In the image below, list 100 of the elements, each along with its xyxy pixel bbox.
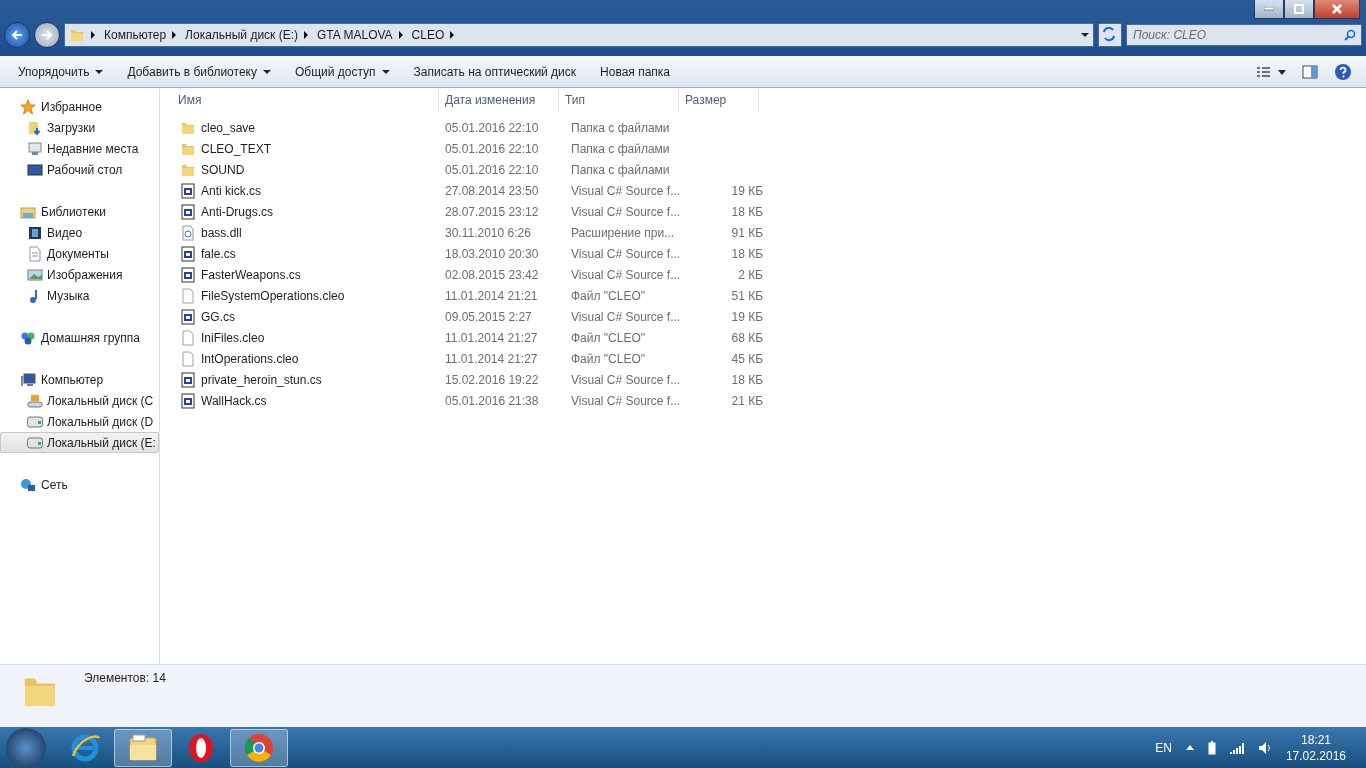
file-name[interactable]: cleo_save bbox=[201, 120, 256, 135]
sidebar-group[interactable]: Домашняя группа bbox=[41, 330, 141, 345]
sidebar-item[interactable]: Локальный диск (D bbox=[0, 411, 159, 432]
column-header[interactable]: Имя bbox=[178, 88, 439, 112]
sidebar-item[interactable]: Недавние места bbox=[0, 138, 159, 159]
table-cell: Файл "CLEO" bbox=[571, 330, 646, 345]
table-cell: 05.01.2016 22:10 bbox=[445, 162, 539, 177]
file-icon bbox=[180, 392, 196, 409]
breadcrumb[interactable]: CLEO bbox=[411, 28, 445, 42]
caret-icon[interactable] bbox=[1185, 745, 1194, 750]
file-icon bbox=[180, 350, 196, 367]
sidebar-icon bbox=[20, 476, 36, 493]
breadcrumb[interactable]: Локальный диск (E:) bbox=[185, 28, 298, 42]
sidebar-group[interactable]: Компьютер bbox=[41, 372, 104, 387]
chevron-icon[interactable] bbox=[172, 31, 177, 39]
sidebar-item[interactable]: Видео bbox=[0, 222, 159, 243]
table-cell: Папка с файлами bbox=[571, 162, 670, 177]
sidebar-item[interactable]: Изображения bbox=[0, 264, 159, 285]
sidebar-group[interactable]: Сеть bbox=[41, 477, 68, 492]
toolbar-button[interactable]: Добавить в библиотеку bbox=[115, 60, 283, 83]
file-name[interactable]: SOUND bbox=[201, 162, 245, 177]
chevron-icon[interactable] bbox=[398, 31, 403, 39]
speaker-icon[interactable] bbox=[1257, 740, 1272, 755]
table-cell: 27.08.2014 23:50 bbox=[445, 183, 539, 198]
caret-icon[interactable] bbox=[1081, 33, 1089, 37]
file-name[interactable]: IniFiles.cleo bbox=[201, 330, 265, 345]
file-name[interactable]: private_heroin_stun.cs bbox=[201, 372, 322, 387]
chevron-icon[interactable] bbox=[450, 31, 455, 39]
folder-icon bbox=[127, 731, 159, 764]
sidebar-item[interactable]: Локальный диск (C bbox=[0, 390, 159, 411]
table-cell: 91 КБ bbox=[731, 225, 763, 240]
maximize-button[interactable] bbox=[1284, 0, 1314, 19]
sidebar-group[interactable]: Избранное bbox=[41, 99, 102, 114]
toolbar-button[interactable]: Общий доступ bbox=[282, 60, 402, 83]
sidebar-group[interactable]: Библиотеки bbox=[41, 204, 106, 219]
toolbar-button[interactable]: Новая папка bbox=[588, 60, 683, 83]
sidebar-icon bbox=[20, 371, 36, 388]
column-header[interactable]: Тип bbox=[559, 88, 679, 112]
chevron-icon[interactable] bbox=[304, 31, 308, 39]
file-icon bbox=[180, 329, 196, 346]
file-name[interactable]: FasterWeapons.cs bbox=[201, 267, 301, 282]
table-cell: Visual C# Source f... bbox=[571, 204, 681, 219]
file-icon bbox=[180, 371, 196, 388]
close-button[interactable] bbox=[1314, 0, 1360, 19]
circle-logo-icon bbox=[243, 731, 275, 764]
table-cell: 18 КБ bbox=[731, 246, 763, 261]
back-button[interactable] bbox=[4, 22, 30, 48]
table-cell: 18 КБ bbox=[731, 372, 763, 387]
folder-icon bbox=[69, 27, 85, 43]
file-name[interactable]: WallHack.cs bbox=[201, 393, 267, 408]
file-name[interactable]: fale.cs bbox=[201, 246, 236, 261]
table-cell: 05.01.2016 21:38 bbox=[445, 393, 539, 408]
help-icon bbox=[1334, 62, 1352, 81]
sidebar-item[interactable]: Музыка bbox=[0, 285, 159, 306]
file-icon bbox=[180, 224, 196, 241]
caret-icon bbox=[262, 69, 271, 74]
file-icon bbox=[180, 308, 196, 325]
address-bar[interactable]: Компьютер Локальный диск (E:) GTA MALOVA CLEO bbox=[64, 23, 1094, 47]
file-name[interactable]: IntOperations.cleo bbox=[201, 351, 299, 366]
toolbar-button[interactable]: Записать на оптический диск bbox=[401, 60, 589, 83]
clock[interactable]: 18:21 17.02.2016 bbox=[1285, 731, 1346, 764]
file-name[interactable]: Anti-Drugs.cs bbox=[201, 204, 274, 219]
sidebar-icon bbox=[27, 266, 43, 283]
toolbar-button[interactable]: Упорядочить bbox=[6, 60, 116, 83]
back-arrow-icon bbox=[11, 29, 23, 41]
refresh-button[interactable] bbox=[1098, 23, 1122, 47]
column-header[interactable]: Размер bbox=[679, 88, 759, 112]
table-cell: Visual C# Source f... bbox=[571, 309, 681, 324]
sidebar-icon bbox=[27, 245, 43, 262]
column-header[interactable]: Дата изменения bbox=[439, 88, 559, 112]
minimize-button[interactable] bbox=[1254, 0, 1284, 19]
battery-icon[interactable] bbox=[1207, 740, 1216, 755]
breadcrumb[interactable]: GTA MALOVA bbox=[317, 28, 393, 42]
chevron-icon[interactable] bbox=[91, 31, 95, 39]
restore-icon bbox=[1294, 4, 1304, 14]
forward-button[interactable] bbox=[34, 22, 60, 48]
caret-icon bbox=[381, 69, 390, 74]
sidebar-item[interactable]: Локальный диск (E: bbox=[0, 432, 159, 453]
table-cell: 28.07.2015 23:12 bbox=[445, 204, 539, 219]
sidebar-item[interactable]: Рабочий стол bbox=[0, 159, 159, 180]
file-name[interactable]: bass.dll bbox=[201, 225, 242, 240]
table-cell: 19 КБ bbox=[731, 183, 763, 198]
search-icon bbox=[1344, 29, 1356, 41]
file-icon bbox=[180, 287, 196, 304]
sidebar-item[interactable]: Загрузки bbox=[0, 117, 159, 138]
file-icon bbox=[180, 245, 196, 262]
search-field[interactable]: Поиск: CLEO bbox=[1126, 24, 1362, 46]
file-name[interactable]: GG.cs bbox=[201, 309, 235, 324]
breadcrumb[interactable]: Компьютер bbox=[104, 28, 167, 42]
file-name[interactable]: CLEO_TEXT bbox=[201, 141, 272, 156]
table-cell: Visual C# Source f... bbox=[571, 183, 681, 198]
table-cell: Visual C# Source f... bbox=[571, 267, 681, 282]
taskbar-app[interactable] bbox=[114, 728, 172, 767]
table-cell: Файл "CLEO" bbox=[571, 351, 646, 366]
signal-icon[interactable] bbox=[1229, 741, 1244, 754]
language-indicator[interactable]: EN bbox=[1155, 740, 1172, 755]
file-name[interactable]: Anti kick.cs bbox=[201, 183, 261, 198]
start-button[interactable] bbox=[6, 727, 46, 768]
file-name[interactable]: FileSystemOperations.cleo bbox=[201, 288, 345, 303]
sidebar-item[interactable]: Документы bbox=[0, 243, 159, 264]
